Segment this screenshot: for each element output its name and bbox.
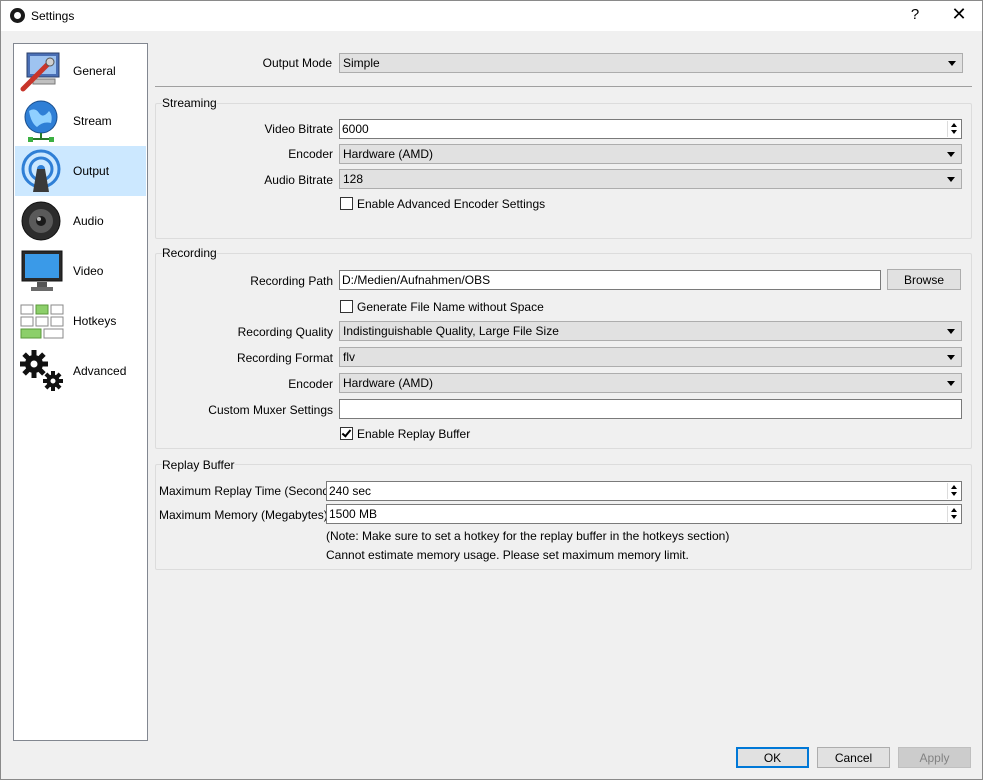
audio-icon xyxy=(21,201,61,241)
sidebar-item-hotkeys[interactable]: Hotkeys xyxy=(15,296,146,346)
settings-window: Settings ? ✕ General Stream Output Audio… xyxy=(0,0,983,780)
output-mode-select[interactable]: Simple xyxy=(339,53,963,73)
output-mode-value: Simple xyxy=(343,56,380,70)
divider xyxy=(155,86,972,87)
spin-up-icon xyxy=(951,508,957,512)
sidebar-item-audio[interactable]: Audio xyxy=(15,196,146,246)
chevron-down-icon xyxy=(947,381,955,386)
streaming-encoder-select[interactable]: Hardware (AMD) xyxy=(339,144,962,164)
sidebar-item-label: Advanced xyxy=(73,364,127,378)
title-bar: Settings ? ✕ xyxy=(1,1,982,31)
ok-button[interactable]: OK xyxy=(736,747,809,768)
settings-sidebar: General Stream Output Audio Video Hotkey… xyxy=(13,43,148,741)
help-button[interactable]: ? xyxy=(907,6,923,23)
sidebar-item-label: General xyxy=(73,64,116,78)
sidebar-item-label: Video xyxy=(73,264,104,278)
advanced-encoder-label: Enable Advanced Encoder Settings xyxy=(357,197,546,211)
sidebar-item-video[interactable]: Video xyxy=(15,246,146,296)
recording-path-label: Recording Path xyxy=(250,274,333,288)
spin-buttons[interactable] xyxy=(947,121,960,137)
recording-encoder-select[interactable]: Hardware (AMD) xyxy=(339,373,962,393)
chevron-down-icon xyxy=(947,152,955,157)
chevron-down-icon xyxy=(947,329,955,334)
advanced-icon xyxy=(20,350,63,391)
replay-buffer-checkbox[interactable] xyxy=(340,427,353,440)
max-memory-label: Maximum Memory (Megabytes) xyxy=(159,508,328,522)
chevron-down-icon xyxy=(947,177,955,182)
no-space-label: Generate File Name without Space xyxy=(357,300,544,314)
video-bitrate-spinbox[interactable]: 6000 xyxy=(339,119,962,139)
recording-quality-select[interactable]: Indistinguishable Quality, Large File Si… xyxy=(339,321,962,341)
recording-encoder-value: Hardware (AMD) xyxy=(343,376,434,390)
recording-format-value: flv xyxy=(343,350,355,364)
recording-group-title: Recording xyxy=(162,246,217,260)
replay-buffer-label: Enable Replay Buffer xyxy=(357,427,471,441)
replay-hotkey-note: (Note: Make sure to set a hotkey for the… xyxy=(326,529,730,543)
audio-bitrate-value: 128 xyxy=(343,172,364,186)
custom-muxer-label: Custom Muxer Settings xyxy=(208,403,333,417)
browse-button[interactable]: Browse xyxy=(887,269,961,290)
video-bitrate-label: Video Bitrate xyxy=(264,122,334,136)
spin-buttons[interactable] xyxy=(947,506,960,522)
max-replay-time-value: 240 sec xyxy=(329,484,372,498)
max-memory-value: 1500 MB xyxy=(329,507,378,521)
spin-down-icon xyxy=(951,492,957,496)
recording-path-value: D:/Medien/Aufnahmen/OBS xyxy=(342,273,491,287)
streaming-group-title: Streaming xyxy=(162,96,217,110)
cancel-button[interactable]: Cancel xyxy=(817,747,890,768)
streaming-encoder-value: Hardware (AMD) xyxy=(343,147,434,161)
window-title: Settings xyxy=(31,9,75,23)
chevron-down-icon xyxy=(947,355,955,360)
apply-button[interactable]: Apply xyxy=(898,747,971,768)
obs-logo-icon xyxy=(10,8,25,23)
recording-format-select[interactable]: flv xyxy=(339,347,962,367)
spin-up-icon xyxy=(951,123,957,127)
sidebar-item-advanced[interactable]: Advanced xyxy=(15,346,146,396)
spin-buttons[interactable] xyxy=(947,483,960,499)
max-replay-time-label: Maximum Replay Time (Seconds) xyxy=(159,484,340,498)
sidebar-item-stream[interactable]: Stream xyxy=(15,96,146,146)
general-icon xyxy=(20,52,60,92)
recording-path-input[interactable]: D:/Medien/Aufnahmen/OBS xyxy=(339,270,881,290)
recording-encoder-label: Encoder xyxy=(288,377,333,391)
memory-usage-status: Cannot estimate memory usage. Please set… xyxy=(326,548,689,562)
output-icon xyxy=(21,149,61,192)
stream-icon xyxy=(24,100,58,142)
chevron-down-icon xyxy=(948,61,956,66)
spin-down-icon xyxy=(951,515,957,519)
max-memory-spinbox[interactable]: 1500 MB xyxy=(326,504,962,524)
sidebar-item-general[interactable]: General xyxy=(15,46,146,96)
spin-down-icon xyxy=(951,130,957,134)
sidebar-item-label: Audio xyxy=(73,214,104,228)
advanced-encoder-checkbox[interactable] xyxy=(340,197,353,210)
video-icon xyxy=(21,250,63,291)
recording-quality-label: Recording Quality xyxy=(237,325,333,339)
recording-quality-value: Indistinguishable Quality, Large File Si… xyxy=(343,324,559,338)
audio-bitrate-select[interactable]: 128 xyxy=(339,169,962,189)
no-space-checkbox[interactable] xyxy=(340,300,353,313)
video-bitrate-value: 6000 xyxy=(342,122,369,136)
max-replay-time-spinbox[interactable]: 240 sec xyxy=(326,481,962,501)
sidebar-item-label: Output xyxy=(73,164,110,178)
sidebar-item-label: Stream xyxy=(73,114,112,128)
checkmark-icon xyxy=(341,427,352,438)
audio-bitrate-label: Audio Bitrate xyxy=(264,173,333,187)
recording-format-label: Recording Format xyxy=(236,351,333,365)
spin-up-icon xyxy=(951,485,957,489)
streaming-encoder-label: Encoder xyxy=(288,147,333,161)
output-mode-label: Output Mode xyxy=(262,56,332,70)
custom-muxer-input[interactable] xyxy=(339,399,962,419)
replay-buffer-group-title: Replay Buffer xyxy=(162,458,235,472)
sidebar-item-label: Hotkeys xyxy=(73,314,117,328)
sidebar-item-output[interactable]: Output xyxy=(15,146,146,196)
close-button[interactable]: ✕ xyxy=(949,4,969,25)
hotkeys-icon xyxy=(20,304,64,339)
